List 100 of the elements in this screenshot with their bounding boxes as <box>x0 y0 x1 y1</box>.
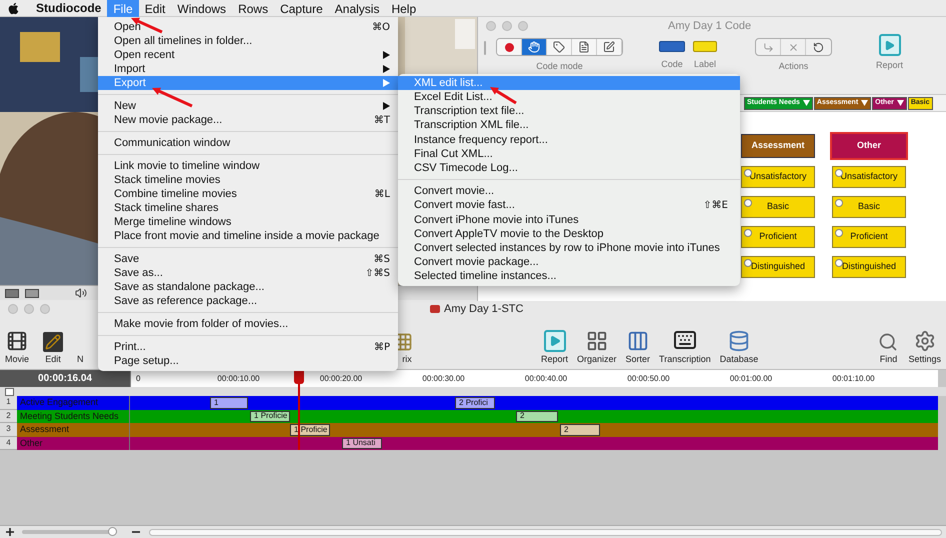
menu-item[interactable]: Save as standalone package... <box>98 280 398 294</box>
menu-title[interactable]: Rows <box>232 0 274 16</box>
apple-icon[interactable] <box>7 2 20 14</box>
menu-item[interactable]: Transcription XML file... <box>398 118 740 133</box>
zoom-slider[interactable] <box>22 530 117 534</box>
menu-item[interactable]: Open all timelines in folder... <box>98 34 398 48</box>
toolbar-button[interactable]: Find <box>875 324 902 364</box>
menu-item[interactable]: Convert iPhone movie into iTunes <box>398 212 740 227</box>
menu-item[interactable]: Stack timeline shares <box>98 201 398 215</box>
menu-item[interactable]: Combine timeline movies ⌘L <box>98 187 398 201</box>
plus-icon <box>6 528 14 536</box>
horizontal-scrollbar[interactable] <box>149 528 942 536</box>
checkbox[interactable] <box>5 388 14 396</box>
speaker-icon[interactable] <box>75 287 87 299</box>
menu-item[interactable]: Convert movie fast... ⇧⌘E <box>398 198 740 213</box>
code-button[interactable]: Other <box>832 134 906 158</box>
label-button[interactable] <box>693 41 717 52</box>
menu-item[interactable]: Page setup... <box>98 354 398 368</box>
code-button[interactable]: Assessment <box>741 134 815 158</box>
menu-title[interactable]: Analysis <box>328 0 386 16</box>
menu-item[interactable]: Make movie from folder of movies... <box>98 317 398 331</box>
menu-item[interactable]: Convert movie... <box>398 184 740 198</box>
menu-title[interactable]: Capture <box>274 0 329 16</box>
label-button[interactable]: Distinguished <box>741 256 815 278</box>
small-screen-icon[interactable] <box>5 288 19 298</box>
menu-item[interactable]: Convert AppleTV movie to the Desktop <box>398 226 740 242</box>
toolbar-button[interactable]: N <box>74 324 87 364</box>
menu-item[interactable]: Transcription text file... <box>398 104 740 119</box>
code-button[interactable] <box>659 41 685 52</box>
instance-block[interactable]: 2 <box>516 410 558 422</box>
radio-icon <box>835 199 843 207</box>
row-label[interactable]: Assessment <box>17 423 130 436</box>
mode-button[interactable] <box>547 39 572 55</box>
menu-item[interactable]: Communication window <box>98 136 398 150</box>
toolbar-button[interactable]: Organizer <box>574 324 620 364</box>
shortcut-label: ⌘T <box>374 114 390 128</box>
label-button[interactable]: Unsatisfactory <box>832 166 906 188</box>
instance-block[interactable]: 1 Proficie <box>290 424 330 436</box>
slider-thumb[interactable] <box>108 527 118 536</box>
menu-item[interactable]: Merge timeline windows <box>98 215 398 229</box>
menu-item[interactable]: Excel Edit List... <box>398 90 740 104</box>
menu-item[interactable]: Convert movie package... <box>398 255 740 270</box>
menu-item[interactable]: Save as reference package... <box>98 294 398 308</box>
row-number: 3 <box>0 423 17 436</box>
menu-title[interactable]: Windows <box>171 0 232 16</box>
menu-item[interactable]: Print... ⌘P <box>98 340 398 354</box>
app-name[interactable]: Studiocode <box>30 0 108 17</box>
shortcut-label: ⇧⌘S <box>365 266 390 280</box>
menu-item[interactable]: Import <box>98 62 398 76</box>
menu-item[interactable]: Final Cut XML... <box>398 146 740 162</box>
grid-icon <box>586 330 608 352</box>
menu-item[interactable]: Instance frequency report... <box>398 132 740 147</box>
menu-item[interactable]: Save ⌘S <box>98 252 398 266</box>
label-button[interactable]: Basic <box>741 196 815 218</box>
tag-icon <box>553 41 565 53</box>
menu-item[interactable]: New movie package... ⌘T <box>98 113 398 127</box>
instance-block[interactable]: 1 <box>210 397 248 408</box>
radio-icon <box>744 229 752 237</box>
menu-item[interactable]: Stack timeline movies <box>98 173 398 187</box>
toolbar-button[interactable]: Report <box>538 324 572 364</box>
label-button[interactable]: Distinguished <box>832 256 906 278</box>
window-title: Amy Day 1 Code <box>668 18 752 34</box>
add-button[interactable] <box>4 526 16 538</box>
menu-item[interactable]: Selected timeline instances... <box>398 269 740 284</box>
film-icon <box>6 330 28 352</box>
label-button[interactable]: Basic <box>832 196 906 218</box>
menu-title[interactable]: Help <box>385 0 422 16</box>
menu-item[interactable]: Convert selected instances by row to iPhone movie into iTunes <box>398 241 740 256</box>
menu-title[interactable]: Edit <box>138 0 172 16</box>
menu-item[interactable]: Save as... ⇧⌘S <box>98 266 398 280</box>
mode-button[interactable] <box>497 39 522 55</box>
large-screen-icon[interactable] <box>25 288 39 298</box>
mode-button[interactable] <box>572 39 597 55</box>
mode-button[interactable] <box>597 39 622 55</box>
label-button[interactable]: Proficient <box>741 226 815 248</box>
document-icon <box>430 305 440 313</box>
mode-segmented-control[interactable] <box>496 38 623 56</box>
instance-block[interactable]: 1 Proficie <box>250 410 290 422</box>
instance-block[interactable]: 1 Unsati <box>342 438 382 449</box>
menu-item[interactable]: Place front movie and timeline inside a movie package <box>98 229 398 243</box>
toolbar-button[interactable]: Edit <box>40 324 66 364</box>
toolbar-label: Label <box>694 58 716 71</box>
toolbar-button[interactable]: Settings <box>905 324 944 364</box>
mode-button[interactable] <box>522 39 547 55</box>
toolbar-button[interactable]: Movie <box>2 324 32 364</box>
toolbar-button[interactable]: Sorter <box>622 324 654 364</box>
toolbar-button[interactable]: Transcription <box>656 324 714 364</box>
label-button[interactable]: Unsatisfactory <box>741 166 815 188</box>
menu-item[interactable]: Open ⌘O <box>98 20 398 34</box>
instance-block[interactable]: 2 Profici <box>455 397 495 408</box>
menu-item[interactable]: New <box>98 99 398 113</box>
row-label[interactable]: Meeting Students Needs <box>17 410 130 423</box>
label-button[interactable]: Proficient <box>832 226 906 248</box>
toolbar-button[interactable]: Database <box>716 324 762 364</box>
menu-item[interactable]: CSV Timecode Log... <box>398 161 740 176</box>
instance-block[interactable]: 2 <box>560 424 600 436</box>
menu-item[interactable]: Link movie to timeline window <box>98 159 398 173</box>
menu-item[interactable]: Open recent <box>98 48 398 62</box>
undo-icon <box>813 42 824 52</box>
submenu-arrow-icon <box>383 102 390 110</box>
